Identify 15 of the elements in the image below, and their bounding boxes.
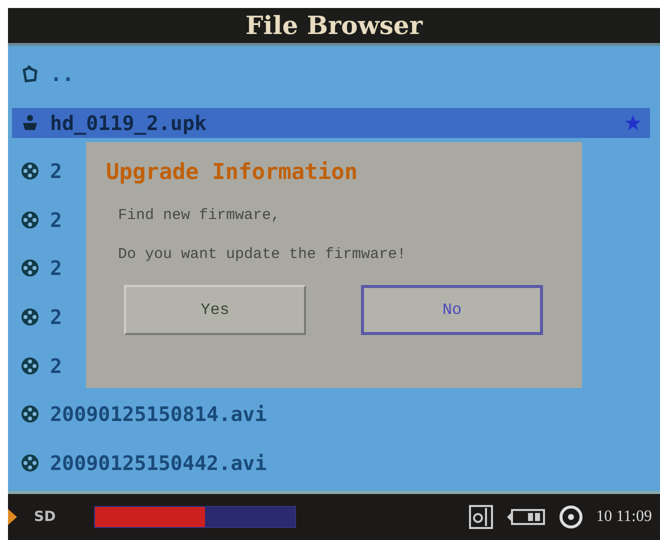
file-name: 20090125150442.avi xyxy=(50,450,267,475)
file-name: 2 xyxy=(50,305,62,329)
file-name: .. xyxy=(50,62,74,86)
dialog-title: Upgrade Information xyxy=(106,160,359,185)
dialog-message: Do you want update the firmware! xyxy=(118,246,408,263)
file-name: 20090125150814.avi xyxy=(50,402,267,426)
file-name: hd_0119_2.upk xyxy=(50,110,207,135)
file-name: 2 xyxy=(50,256,62,280)
file-name: 2 xyxy=(50,354,62,378)
window-title: File Browser xyxy=(245,11,422,40)
storage-label: SD xyxy=(34,509,56,525)
dialog-message: Find new firmware, xyxy=(118,207,282,224)
file-name: 2 xyxy=(50,208,62,232)
file-name: 2 xyxy=(50,159,62,184)
clock-time: 10 11:09 xyxy=(596,508,652,526)
